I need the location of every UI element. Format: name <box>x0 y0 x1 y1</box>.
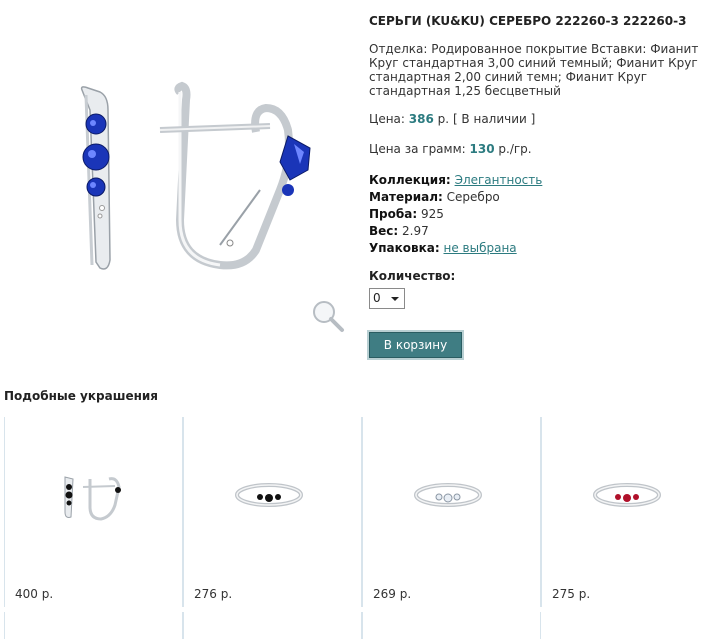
earring-side-view <box>159 81 311 270</box>
price-per-gram-label: Цена за грамм: <box>369 142 466 156</box>
collection-label: Коллекция: <box>369 173 451 187</box>
material-label: Материал: <box>369 190 443 204</box>
similar-grid: 400 р. 276 р. 269 р. 275 р. <box>4 417 707 639</box>
zoom-icon[interactable] <box>308 298 348 338</box>
similar-section-title: Подобные украшения <box>4 389 159 403</box>
similar-item-price: 269 р. <box>373 587 412 601</box>
product-main-image[interactable] <box>30 40 360 340</box>
product-title: СЕРЬГИ (KU&KU) СЕРЕБРО 222260-3 222260-3 <box>369 14 687 28</box>
add-to-cart-button[interactable]: В корзину <box>369 332 462 358</box>
attribute-weight: Вес: 2.97 <box>369 223 707 240</box>
attribute-collection: Коллекция: Элегантность <box>369 172 707 189</box>
probe-label: Проба: <box>369 207 418 221</box>
probe-value: 925 <box>420 207 444 221</box>
weight-value: 2.97 <box>402 224 429 238</box>
similar-item-price: 276 р. <box>194 587 233 601</box>
chevron-down-icon <box>391 297 399 301</box>
similar-item[interactable]: 275 р. <box>541 417 707 607</box>
price-per-gram-value: 130 <box>469 142 495 156</box>
attribute-probe: Проба: 925 <box>369 206 707 223</box>
similar-item-price: 275 р. <box>552 587 591 601</box>
ring-thumbnail <box>414 483 482 507</box>
quantity-label: Количество: <box>369 269 456 283</box>
ring-thumbnail <box>235 483 303 507</box>
price-row: Цена: 386 р. [ В наличии ] <box>369 112 707 126</box>
quantity-select[interactable]: 0 <box>369 288 405 309</box>
price-per-gram-unit: р./гр. <box>498 142 532 156</box>
earring-front-view <box>80 86 111 270</box>
similar-item-partial <box>183 612 362 639</box>
price-value: 386 <box>408 112 434 126</box>
packaging-label: Упаковка: <box>369 241 440 255</box>
similar-item-partial <box>362 612 541 639</box>
material-value: Серебро <box>446 190 500 204</box>
earrings-thumbnail <box>64 476 121 521</box>
price-unit: р. <box>437 112 450 126</box>
price-label: Цена: <box>369 112 405 126</box>
similar-item-partial <box>4 612 183 639</box>
similar-item[interactable]: 400 р. <box>4 417 183 607</box>
quantity-value: 0 <box>373 291 381 305</box>
product-description: Отделка: Родированное покрытие Вставки: … <box>369 42 699 98</box>
availability-status: [ В наличии ] <box>452 112 536 126</box>
similar-item[interactable]: 269 р. <box>362 417 541 607</box>
attribute-packaging: Упаковка: не выбрана <box>369 240 707 257</box>
weight-label: Вес: <box>369 224 399 238</box>
price-per-gram-row: Цена за грамм: 130 р./гр. <box>369 142 707 156</box>
attribute-material: Материал: Серебро <box>369 189 707 206</box>
similar-item-price: 400 р. <box>15 587 54 601</box>
ring-thumbnail <box>593 483 661 507</box>
packaging-link[interactable]: не выбрана <box>444 241 517 255</box>
collection-link[interactable]: Элегантность <box>455 173 543 187</box>
product-info: СЕРЬГИ (KU&KU) СЕРЕБРО 222260-3 222260-3… <box>369 14 707 358</box>
similar-item[interactable]: 276 р. <box>183 417 362 607</box>
